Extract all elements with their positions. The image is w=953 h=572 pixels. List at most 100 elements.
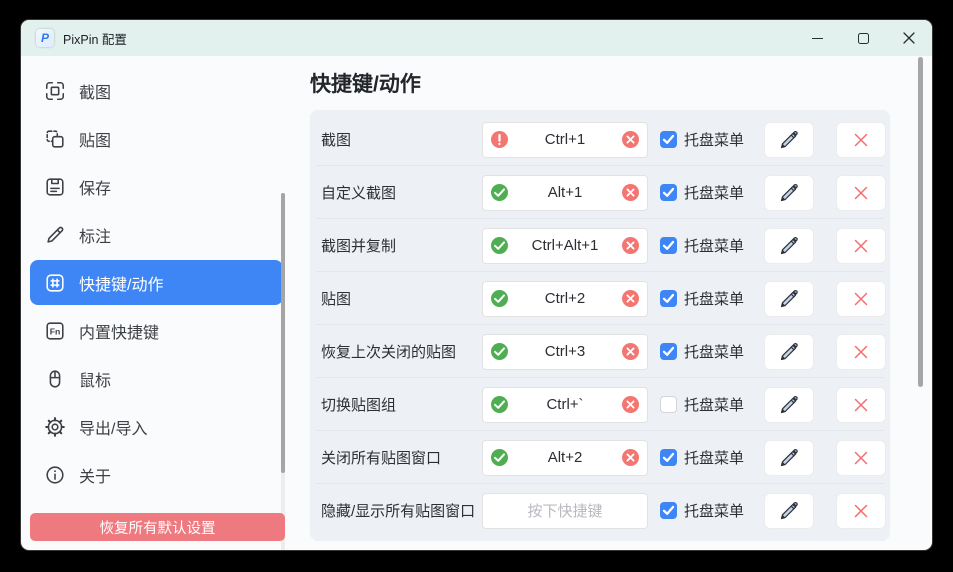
tray-menu-option: 托盘菜单 [660,341,764,362]
hotkey-valid-icon [491,449,508,466]
minimize-button[interactable] [794,20,840,56]
hotkey-value: Alt+1 [508,184,622,201]
tray-menu-option: 托盘菜单 [660,447,764,468]
sidebar-scrollbar-thumb[interactable] [281,193,285,473]
clear-hotkey-icon[interactable] [622,184,639,201]
clear-hotkey-icon[interactable] [622,343,639,360]
edit-hotkey-button[interactable] [764,493,814,529]
tray-menu-checkbox[interactable] [660,290,677,307]
hotkey-row: 切换贴图组Ctrl+` 托盘菜单 [310,378,890,431]
sidebar-item-label: 标注 [79,223,111,247]
sidebar-item-capture[interactable]: 截图 [30,68,283,113]
delete-hotkey-button[interactable] [836,175,886,211]
delete-x-icon [852,184,870,202]
checkmark-icon [661,132,676,147]
tray-menu-checkbox[interactable] [660,343,677,360]
checkmark-icon [661,344,676,359]
sidebar-item-annotate[interactable]: 标注 [30,212,283,257]
close-button[interactable] [886,20,932,56]
tray-menu-checkbox[interactable] [660,237,677,254]
edit-pencil-icon [778,288,800,310]
tray-menu-option: 托盘菜单 [660,288,764,309]
main-content: 快捷键/动作 截图Ctrl+1托盘菜单自定义截图Alt+1托盘菜单截图并复制Ct… [289,56,932,550]
pixpin-logo-icon: P [36,29,54,47]
window-controls [794,20,932,56]
edit-hotkey-button[interactable] [764,281,814,317]
sidebar-item-export-import[interactable]: 导出/导入 [30,404,283,449]
edit-hotkey-button[interactable] [764,387,814,423]
hotkey-input[interactable]: Ctrl+` [482,387,648,423]
delete-x-icon [852,237,870,255]
sidebar-item-label: 鼠标 [79,367,111,391]
delete-x-icon [852,290,870,308]
clear-hotkey-icon[interactable] [622,237,639,254]
action-label: 贴图 [321,288,482,309]
fn-icon: Fn [44,320,66,342]
maximize-button[interactable] [840,20,886,56]
hotkey-input[interactable]: 按下快捷键 [482,493,648,529]
delete-x-icon [852,396,870,414]
delete-hotkey-button[interactable] [836,440,886,476]
hotkey-input[interactable]: Ctrl+3 [482,334,648,370]
page-title: 快捷键/动作 [310,70,932,100]
sidebar-item-about[interactable]: 关于 [30,452,283,497]
sidebar-item-hotkeys[interactable]: 快捷键/动作 [30,260,283,305]
tray-menu-checkbox[interactable] [660,184,677,201]
window-title: PixPin 配置 [63,29,127,48]
edit-pencil-icon [778,500,800,522]
tray-menu-checkbox[interactable] [660,449,677,466]
clear-hotkey-icon[interactable] [622,131,639,148]
clear-hotkey-icon[interactable] [622,290,639,307]
hotkey-input[interactable]: Ctrl+Alt+1 [482,228,648,264]
delete-hotkey-button[interactable] [836,281,886,317]
hotkey-value: Ctrl+Alt+1 [508,237,622,254]
action-label: 自定义截图 [321,182,482,203]
delete-hotkey-button[interactable] [836,334,886,370]
tray-menu-option: 托盘菜单 [660,182,764,203]
hotkey-valid-icon [491,237,508,254]
edit-hotkey-button[interactable] [764,175,814,211]
sidebar-item-save[interactable]: 保存 [30,164,283,209]
sidebar-item-label: 内置快捷键 [79,319,159,343]
tray-menu-option: 托盘菜单 [660,129,764,150]
edit-pencil-icon [778,447,800,469]
delete-hotkey-button[interactable] [836,122,886,158]
gear-icon [44,416,66,438]
clear-hotkey-icon[interactable] [622,449,639,466]
tray-menu-checkbox[interactable] [660,131,677,148]
tray-menu-option: 托盘菜单 [660,394,764,415]
restore-defaults-button[interactable]: 恢复所有默认设置 [30,513,285,541]
edit-hotkey-button[interactable] [764,122,814,158]
hotkey-row: 截图Ctrl+1托盘菜单 [310,113,890,166]
edit-hotkey-button[interactable] [764,228,814,264]
tray-menu-label: 托盘菜单 [684,394,744,415]
tray-menu-checkbox[interactable] [660,502,677,519]
tray-menu-label: 托盘菜单 [684,341,744,362]
delete-x-icon [852,449,870,467]
minimize-icon [812,38,823,39]
action-label: 切换贴图组 [321,394,482,415]
checkmark-icon [661,450,676,465]
hotkey-conflict-icon [491,131,508,148]
hotkey-input[interactable]: Alt+2 [482,440,648,476]
main-scrollbar-thumb[interactable] [918,57,923,387]
sidebar-item-pin[interactable]: 贴图 [30,116,283,161]
tray-menu-label: 托盘菜单 [684,129,744,150]
delete-hotkey-button[interactable] [836,493,886,529]
hotkey-input[interactable]: Ctrl+1 [482,122,648,158]
tray-menu-checkbox[interactable] [660,396,677,413]
sidebar-item-builtin-hotkeys[interactable]: Fn 内置快捷键 [30,308,283,353]
hotkey-input[interactable]: Ctrl+2 [482,281,648,317]
tray-menu-option: 托盘菜单 [660,235,764,256]
edit-hotkey-button[interactable] [764,334,814,370]
edit-hotkey-button[interactable] [764,440,814,476]
delete-hotkey-button[interactable] [836,387,886,423]
delete-x-icon [852,502,870,520]
checkmark-icon [661,238,676,253]
tray-menu-label: 托盘菜单 [684,500,744,521]
hotkey-valid-icon [491,396,508,413]
clear-hotkey-icon[interactable] [622,396,639,413]
hotkey-input[interactable]: Alt+1 [482,175,648,211]
delete-hotkey-button[interactable] [836,228,886,264]
sidebar-item-mouse[interactable]: 鼠标 [30,356,283,401]
